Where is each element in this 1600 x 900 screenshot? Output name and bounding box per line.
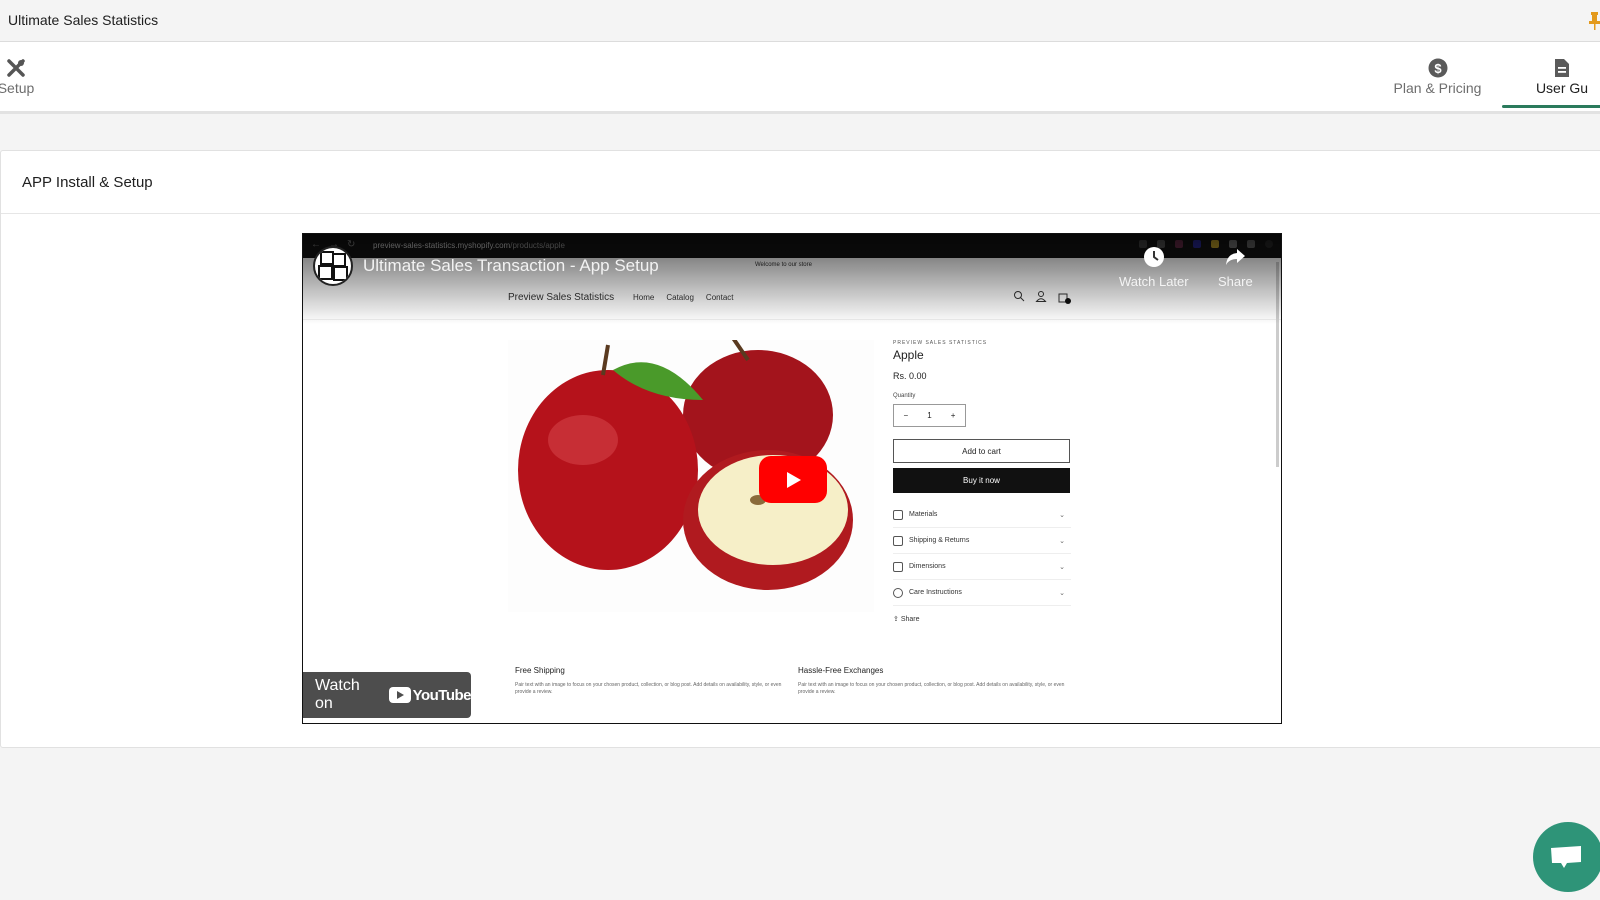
play-icon [787, 471, 801, 488]
video-url: preview-sales-statistics.myshopify.com/p… [373, 241, 565, 250]
plus-icon: + [950, 411, 956, 420]
store-nav-contact: Contact [705, 293, 734, 302]
quantity-value: 1 [927, 411, 932, 420]
app-title: Ultimate Sales Statistics [8, 12, 159, 28]
tab-user-guide[interactable]: User Gu [1502, 42, 1600, 111]
buy-now-button: Buy it now [893, 468, 1070, 493]
clock-icon [1143, 247, 1164, 267]
watch-on-youtube-button[interactable]: Watch on YouTube [303, 672, 472, 718]
accordion-materials: Materials ⌄ [893, 502, 1071, 528]
materials-icon [893, 509, 903, 520]
tools-icon [6, 58, 26, 78]
search-icon [1014, 291, 1025, 302]
cart-icon [1058, 293, 1071, 304]
product-vendor: PREVIEW SALES STATISTICS [893, 340, 988, 346]
heart-icon [893, 587, 903, 598]
feature-text: Pair text with an image to focus on your… [515, 682, 782, 695]
share-button[interactable]: Share [1218, 246, 1253, 289]
tab-setup[interactable]: Setup [0, 42, 48, 111]
pin-icon[interactable] [1588, 12, 1600, 30]
accordion-shipping: Shipping & Returns ⌄ [893, 528, 1071, 554]
main-nav: Setup $ Plan & Pricing User Gu [0, 42, 1600, 114]
product-price: Rs. 0.00 [893, 371, 927, 381]
video-title[interactable]: Ultimate Sales Transaction - App Setup [363, 256, 659, 276]
svg-text:$: $ [1434, 61, 1442, 76]
chevron-down-icon: ⌄ [1059, 563, 1065, 571]
feature-text: Pair text with an image to focus on your… [798, 682, 1065, 695]
feature-exchanges: Hassle-Free Exchanges Pair text with an … [798, 666, 1068, 696]
play-button[interactable] [759, 456, 827, 503]
accordion-dimensions: Dimensions ⌄ [893, 554, 1071, 580]
boxes-logo-icon [318, 251, 348, 281]
store-nav-catalog: Catalog [666, 293, 694, 302]
tab-label: Plan & Pricing [1393, 79, 1482, 96]
truck-icon [893, 535, 903, 546]
share-arrow-icon [1226, 249, 1246, 265]
store-welcome: Welcome to our store [755, 262, 812, 268]
chat-bubble-icon [1551, 846, 1581, 868]
store-nav: Home Catalog Contact [633, 293, 734, 302]
chat-button[interactable] [1533, 822, 1600, 892]
video-page-scrollbar [1276, 262, 1279, 467]
watch-later-button[interactable]: Watch Later [1119, 246, 1189, 289]
store-nav-home: Home [633, 293, 655, 302]
product-info: PREVIEW SALES STATISTICS Apple Rs. 0.00 … [893, 340, 1071, 623]
product-name: Apple [893, 348, 924, 362]
tab-plan-pricing[interactable]: $ Plan & Pricing [1380, 42, 1495, 111]
tab-label: Setup [0, 79, 35, 96]
channel-avatar[interactable] [313, 246, 353, 286]
chevron-down-icon: ⌄ [1059, 537, 1065, 545]
accordion-care: Care Instructions ⌄ [893, 580, 1071, 606]
feature-title: Hassle-Free Exchanges [798, 666, 884, 675]
youtube-logo: YouTube [388, 687, 472, 704]
chevron-down-icon: ⌄ [1059, 511, 1065, 519]
youtube-play-icon [388, 687, 411, 703]
youtube-embed[interactable]: ←→↻ preview-sales-statistics.myshopify.c… [302, 233, 1282, 724]
add-to-cart-button: Add to cart [893, 439, 1070, 463]
feature-free-shipping: Free Shipping Pair text with an image to… [515, 666, 785, 696]
section-title: APP Install & Setup [1, 151, 1600, 214]
chevron-down-icon: ⌄ [1059, 589, 1065, 597]
app-title-bar: Ultimate Sales Statistics [0, 0, 1600, 42]
quantity-label: Quantity [893, 393, 916, 399]
tab-label: User Gu [1535, 79, 1589, 96]
ruler-icon [893, 561, 903, 572]
product-accordion: Materials ⌄ Shipping & Returns ⌄ Dimension… [893, 502, 1071, 606]
store-header: Preview Sales Statistics Home Catalog Co… [303, 284, 1281, 320]
minus-icon: − [903, 411, 909, 420]
feature-title: Free Shipping [515, 666, 565, 675]
product-share: ⇪ Share [893, 616, 920, 623]
account-icon [1035, 291, 1047, 302]
quantity-stepper: − 1 + [893, 404, 966, 427]
store-brand: Preview Sales Statistics [508, 292, 615, 303]
document-icon [1552, 58, 1572, 78]
store-icons [1013, 290, 1071, 304]
dollar-circle-icon: $ [1428, 58, 1448, 78]
watch-on-label: Watch on [315, 677, 360, 712]
